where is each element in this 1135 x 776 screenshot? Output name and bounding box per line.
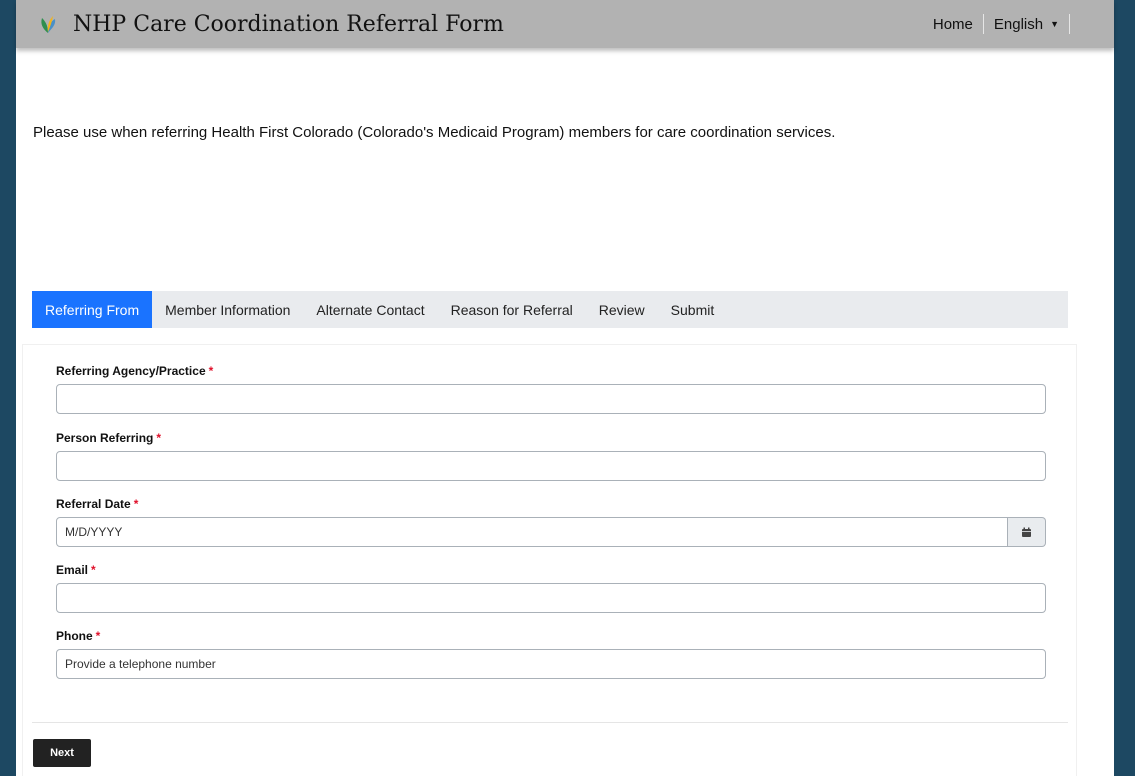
nhp-leaf-logo-icon: [41, 16, 56, 33]
tab-submit[interactable]: Submit: [658, 291, 728, 328]
date-field-group: Referral Date * M/D/YYYY: [56, 497, 1046, 547]
brand[interactable]: NHP Care Coordination Referral Form: [37, 0, 504, 48]
agency-label-text: Referring Agency/Practice: [56, 364, 206, 378]
required-marker: *: [133, 497, 139, 511]
intro-text: Please use when referring Health First C…: [33, 124, 836, 141]
phone-input[interactable]: Provide a telephone number: [56, 649, 1046, 679]
required-marker: *: [156, 431, 162, 445]
language-label: English: [993, 15, 1044, 33]
person-field-group: Person Referring *: [56, 431, 1046, 481]
tab-referring-from[interactable]: Referring From: [32, 291, 153, 328]
date-placeholder: M/D/YYYY: [65, 525, 123, 539]
tab-reason-for-referral[interactable]: Reason for Referral: [438, 291, 586, 328]
phone-label: Phone *: [56, 629, 1046, 645]
agency-field-group: Referring Agency/Practice *: [56, 364, 1046, 414]
date-input-group: M/D/YYYY: [56, 517, 1046, 547]
referral-date-input[interactable]: M/D/YYYY: [56, 517, 1008, 547]
phone-field-group: Phone * Provide a telephone number: [56, 629, 1046, 679]
calendar-button[interactable]: [1008, 517, 1046, 547]
email-label-text: Email: [56, 563, 89, 577]
person-label-text: Person Referring: [56, 431, 154, 445]
language-dropdown[interactable]: English ▼: [984, 16, 1069, 33]
caret-down-icon: ▼: [1050, 19, 1059, 29]
required-marker: *: [95, 629, 101, 643]
date-label-text: Referral Date: [56, 497, 131, 511]
form-divider: [32, 722, 1068, 723]
date-label: Referral Date *: [56, 497, 1046, 513]
person-label: Person Referring *: [56, 431, 1046, 447]
nav-divider: [1069, 14, 1070, 34]
phone-label-text: Phone: [56, 629, 93, 643]
required-marker: *: [208, 364, 214, 378]
top-nav: Home English ▼: [923, 0, 1070, 48]
next-button[interactable]: Next: [33, 739, 91, 767]
email-input[interactable]: [56, 583, 1046, 613]
tab-alternate-contact[interactable]: Alternate Contact: [303, 291, 437, 328]
person-referring-input[interactable]: [56, 451, 1046, 481]
nav-home-link[interactable]: Home: [923, 16, 983, 33]
email-label: Email *: [56, 563, 1046, 579]
email-field-group: Email *: [56, 563, 1046, 613]
referring-agency-input[interactable]: [56, 384, 1046, 414]
phone-placeholder: Provide a telephone number: [65, 657, 216, 671]
tab-member-information[interactable]: Member Information: [152, 291, 303, 328]
agency-label: Referring Agency/Practice *: [56, 364, 1046, 380]
required-marker: *: [91, 563, 96, 577]
form-step-tabs: Referring From Member Information Altern…: [32, 291, 1068, 328]
header-bar: NHP Care Coordination Referral Form Home…: [16, 0, 1114, 48]
page-title: NHP Care Coordination Referral Form: [73, 11, 504, 37]
tab-review[interactable]: Review: [586, 291, 658, 328]
page: NHP Care Coordination Referral Form Home…: [16, 0, 1114, 776]
form-card: Referring Agency/Practice * Person Referr…: [22, 344, 1077, 776]
calendar-icon: [1022, 527, 1031, 537]
